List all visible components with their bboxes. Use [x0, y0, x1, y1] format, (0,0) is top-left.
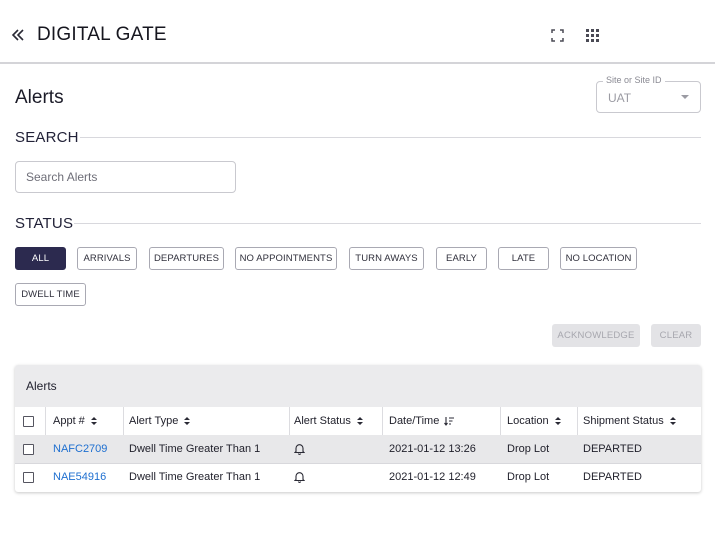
- filter-chip-turn-aways[interactable]: TURN AWAYS: [349, 247, 424, 270]
- site-select-value: UAT: [608, 91, 632, 105]
- sort-icon: [669, 417, 676, 425]
- sort-icon: [554, 417, 561, 425]
- datetime-cell: 2021-01-12 12:49: [389, 471, 476, 483]
- filter-chip-arrivals[interactable]: ARRIVALS: [77, 247, 137, 270]
- status-heading: STATUS: [15, 215, 74, 232]
- apps-grid-icon[interactable]: [586, 29, 599, 42]
- double-chevron-left-icon[interactable]: [11, 28, 25, 42]
- column-header-label: Date/Time: [389, 415, 440, 427]
- filter-chip-no-location[interactable]: NO LOCATION: [560, 247, 637, 270]
- bell-icon: [294, 472, 305, 483]
- alerts-table-card: Alerts Appt # Alert Type Alert Status Da…: [15, 365, 701, 492]
- bell-icon: [294, 444, 305, 455]
- filter-chip-late[interactable]: LATE: [498, 247, 549, 270]
- column-header-shipment-status[interactable]: Shipment Status: [583, 407, 677, 435]
- datetime-cell: 2021-01-12 13:26: [389, 443, 476, 455]
- column-divider: [123, 407, 124, 435]
- row-checkbox[interactable]: [23, 444, 34, 455]
- alert-type-cell: Dwell Time Greater Than 1: [129, 443, 261, 455]
- column-header-location[interactable]: Location: [507, 407, 562, 435]
- top-bar: DIGITAL GATE: [0, 0, 715, 64]
- page-title: Alerts: [15, 87, 64, 108]
- shipment-status-cell: DEPARTED: [583, 443, 642, 455]
- alert-type-cell: Dwell Time Greater Than 1: [129, 471, 261, 483]
- column-divider: [289, 407, 290, 435]
- filter-chip-departures[interactable]: DEPARTURES: [149, 247, 224, 270]
- sort-descending-icon: [444, 417, 455, 426]
- appt-link[interactable]: NAE54916: [53, 463, 106, 491]
- status-divider: [74, 223, 701, 224]
- filter-chip-no-appointments[interactable]: NO APPOINTMENTS: [235, 247, 337, 270]
- location-cell: Drop Lot: [507, 443, 550, 455]
- column-header-label: Alert Type: [129, 415, 179, 427]
- column-header-alert-type[interactable]: Alert Type: [129, 407, 191, 435]
- alerts-table-header: Alerts: [15, 365, 701, 407]
- column-header-label: Location: [507, 415, 549, 427]
- column-divider: [382, 407, 383, 435]
- sort-icon: [90, 417, 97, 425]
- location-cell: Drop Lot: [507, 471, 550, 483]
- site-select[interactable]: Site or Site ID UAT: [596, 75, 701, 113]
- column-header-datetime[interactable]: Date/Time: [389, 407, 455, 435]
- column-divider: [500, 407, 501, 435]
- column-header-label: Alert Status: [294, 415, 351, 427]
- select-all-checkbox[interactable]: [23, 416, 34, 427]
- shipment-status-cell: DEPARTED: [583, 471, 642, 483]
- site-select-label: Site or Site ID: [603, 75, 665, 85]
- alert-status-cell: [294, 435, 305, 463]
- column-header-appt[interactable]: Appt #: [53, 407, 98, 435]
- acknowledge-button[interactable]: ACKNOWLEDGE: [552, 324, 640, 347]
- appt-link[interactable]: NAFC2709: [53, 435, 107, 463]
- search-divider: [80, 137, 701, 138]
- sort-icon: [184, 417, 191, 425]
- column-divider: [577, 407, 578, 435]
- column-header-label: Appt #: [53, 415, 85, 427]
- alerts-table-title: Alerts: [26, 379, 57, 393]
- alert-status-cell: [294, 463, 305, 491]
- app-title: DIGITAL GATE: [37, 24, 167, 45]
- fullscreen-icon[interactable]: [551, 29, 564, 42]
- filter-chip-all[interactable]: ALL: [15, 247, 66, 270]
- row-checkbox[interactable]: [23, 472, 34, 483]
- clear-button[interactable]: CLEAR: [651, 324, 701, 347]
- search-input[interactable]: [15, 161, 236, 193]
- search-heading: SEARCH: [15, 129, 79, 146]
- filter-chip-dwell-time[interactable]: DWELL TIME: [15, 283, 86, 306]
- column-header-label: Shipment Status: [583, 415, 664, 427]
- filter-chip-early[interactable]: EARLY: [436, 247, 487, 270]
- column-header-alert-status[interactable]: Alert Status: [294, 407, 364, 435]
- sort-icon: [356, 417, 363, 425]
- column-divider: [45, 407, 46, 435]
- caret-down-icon: [681, 95, 689, 99]
